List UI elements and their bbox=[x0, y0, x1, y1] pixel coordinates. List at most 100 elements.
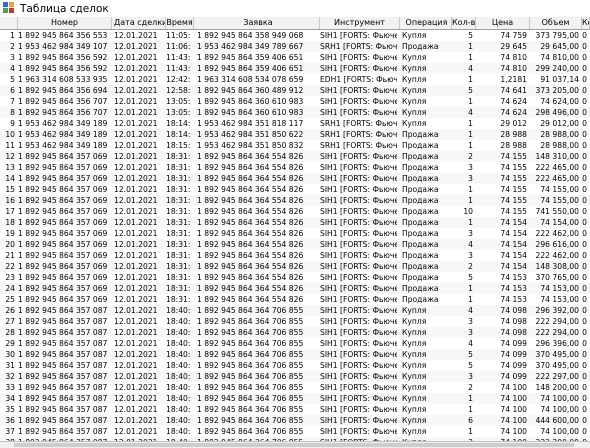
cell-qty: 2 bbox=[468, 262, 473, 271]
cell-n: 24 bbox=[5, 284, 15, 293]
cell-ko: 0 bbox=[582, 339, 587, 348]
cell-order: 1 892 945 864 358 949 068 bbox=[197, 31, 304, 40]
column-header-qty[interactable]: Кол-во bbox=[452, 17, 476, 29]
cell-n: 13 bbox=[5, 163, 15, 172]
table-row[interactable]: 111 953 462 984 349 189 657 12.01.2021 18:… bbox=[0, 140, 590, 151]
table-row[interactable]: 161 892 945 864 357 069 202 12.01.2021 18:… bbox=[0, 195, 590, 206]
cell-qty: 3 bbox=[468, 174, 473, 183]
scrollbar-thumb[interactable] bbox=[14, 443, 574, 447]
table-row[interactable]: 101 953 462 984 349 189 64212.01.202118:… bbox=[0, 129, 590, 140]
table-row[interactable]: 141 892 945 864 357 069 200 12.01.2021 18:… bbox=[0, 173, 590, 184]
cell-time: 18:31:45 bbox=[166, 196, 191, 205]
cell-ko: 0 bbox=[582, 284, 587, 293]
cell-instrument: SIH1 [FORTS: Фьючерсы] bbox=[320, 295, 397, 304]
table-row[interactable]: 281 892 945 864 357 087 602 12.01.2021 18:… bbox=[0, 327, 590, 338]
table-row[interactable]: 121 892 945 864 357 069 198 12.01.2021 18:… bbox=[0, 151, 590, 162]
cell-number: 1 892 945 864 357 087 606 bbox=[18, 372, 109, 381]
column-header-volume[interactable]: Объем bbox=[530, 17, 582, 29]
table-row[interactable]: 41 892 945 864 356 592 16912.01.202111:4… bbox=[0, 63, 590, 74]
table-row[interactable]: 321 892 945 864 357 087 606 12.01.2021 18:… bbox=[0, 371, 590, 382]
table-grid-icon bbox=[3, 2, 16, 15]
table-row[interactable]: 251 892 945 864 357 069 211 12.01.2021 18:… bbox=[0, 294, 590, 305]
title-bar[interactable]: Таблица сделок bbox=[0, 0, 590, 17]
column-header-instrument[interactable]: Инструмент bbox=[320, 17, 400, 29]
cell-operation: Купля bbox=[402, 317, 427, 326]
cell-volume: 74 153,00 bbox=[540, 284, 579, 293]
column-header-time[interactable]: Время bbox=[166, 17, 194, 29]
table-row[interactable]: 71 892 945 864 356 707 303 12.01.2021 13:0… bbox=[0, 96, 590, 107]
cell-qty: 4 bbox=[468, 240, 473, 249]
table-row[interactable]: 361 892 945 864 357 087 610 12.01.2021 18:… bbox=[0, 415, 590, 426]
cell-n: 37 bbox=[5, 427, 15, 436]
cell-qty: 1 bbox=[468, 218, 473, 227]
column-header-ko[interactable]: Ко bbox=[582, 17, 590, 29]
column-header-n[interactable] bbox=[0, 17, 18, 29]
table-row[interactable]: 151 892 945 864 357 069 201 12.01.2021 18:… bbox=[0, 184, 590, 195]
table-row[interactable]: 341 892 945 864 357 087 608 12.01.2021 18:… bbox=[0, 393, 590, 404]
table-row[interactable]: 351 892 945 864 357 087 609 12.01.2021 18:… bbox=[0, 404, 590, 415]
cell-time: 18:40:56 bbox=[166, 361, 191, 370]
table-row[interactable]: 81 892 945 864 356 707 304 12.01.2021 13:0… bbox=[0, 107, 590, 118]
table-row[interactable]: 271 892 945 864 357 087 601 12.01.2021 18:… bbox=[0, 316, 590, 327]
cell-operation: Купля bbox=[402, 350, 427, 359]
table-row[interactable]: 231 892 945 864 357 069 209 12.01.2021 18:… bbox=[0, 272, 590, 283]
cell-ko: 0 bbox=[582, 361, 587, 370]
cell-n: 12 bbox=[5, 152, 15, 161]
cell-instrument: SIH1 [FORTS: Фьючерсы] bbox=[320, 306, 397, 315]
table-row[interactable]: 261 892 945 864 357 087 600 12.01.2021 18:… bbox=[0, 305, 590, 316]
cell-qty: 1 bbox=[468, 394, 473, 403]
cell-ko: 0 bbox=[582, 394, 587, 403]
table-row[interactable]: 371 892 945 864 357 087 611 12.01.2021 18:… bbox=[0, 426, 590, 437]
cell-order: 1 892 945 864 364 706 855 bbox=[197, 416, 304, 425]
cell-date: 12.01.2021 bbox=[114, 97, 158, 106]
table-row[interactable]: 301 892 945 864 357 087 604 12.01.2021 18:… bbox=[0, 349, 590, 360]
cell-volume: 370 765,00 bbox=[535, 273, 579, 282]
cell-instrument: SIH1 [FORTS: Фьючерсы] bbox=[320, 207, 397, 216]
table-row[interactable]: 31 892 945 864 356 592 168 12.01.2021 11:4… bbox=[0, 52, 590, 63]
cell-date: 12.01.2021 bbox=[114, 86, 158, 95]
table-row[interactable]: 291 892 945 864 357 087 603 12.01.2021 18:… bbox=[0, 338, 590, 349]
cell-price: 74 154 bbox=[500, 240, 527, 249]
table-row[interactable]: 61 892 945 864 356 694 461 12.01.2021 12:5… bbox=[0, 85, 590, 96]
cell-instrument: SRH1 [FORTS: Фьючерсы] bbox=[320, 141, 397, 150]
column-header-operation[interactable]: Операция bbox=[402, 17, 452, 29]
column-header-date[interactable]: Дата сделки bbox=[114, 17, 166, 29]
cell-qty: 1 bbox=[468, 97, 473, 106]
cell-instrument: SIH1 [FORTS: Фьючерсы] bbox=[320, 328, 397, 337]
table-row[interactable]: 91 953 462 984 349 189 562 12.01.2021 18:1… bbox=[0, 118, 590, 129]
table-row[interactable]: 201 892 945 864 357 069 206 12.01.2021 18:… bbox=[0, 239, 590, 250]
table-row[interactable]: 331 892 945 864 357 087 607 12.01.2021 18:… bbox=[0, 382, 590, 393]
cell-time: 18:14:08 bbox=[166, 119, 191, 128]
table-row[interactable]: 211 892 945 864 357 069 207 12.01.2021 18:… bbox=[0, 250, 590, 261]
table-row[interactable]: 131 892 945 864 357 069 199 12.01.2021 18:… bbox=[0, 162, 590, 173]
table-row[interactable]: 181 892 945 864 357 069 204 12.01.2021 18:… bbox=[0, 217, 590, 228]
cell-time: 18:15:00 bbox=[166, 141, 191, 150]
cell-time: 11:43:03 bbox=[166, 53, 191, 62]
table-row[interactable]: 11 892 945 864 356 553 194 12.01.2021 11:0… bbox=[0, 30, 590, 41]
cell-qty: 5 bbox=[468, 350, 473, 359]
cell-price: 74 153 bbox=[500, 273, 527, 282]
table-row[interactable]: 171 892 945 864 357 069 203 12.01.2021 18:… bbox=[0, 206, 590, 217]
column-header-number[interactable]: Номер bbox=[18, 17, 112, 29]
cell-price: 74 155 bbox=[500, 207, 527, 216]
table-row[interactable]: 311 892 945 864 357 087 605 12.01.2021 18:… bbox=[0, 360, 590, 371]
cell-number: 1 892 945 864 357 069 209 bbox=[18, 273, 109, 282]
cell-operation: Купля bbox=[402, 53, 427, 62]
cell-time: 18:31:45 bbox=[166, 163, 191, 172]
table-row[interactable]: 191 892 945 864 357 069 205 12.01.2021 18:… bbox=[0, 228, 590, 239]
cell-time: 18:31:45 bbox=[166, 207, 191, 216]
horizontal-scrollbar[interactable] bbox=[0, 441, 590, 448]
table-row[interactable]: 221 892 945 864 357 069 208 12.01.2021 18:… bbox=[0, 261, 590, 272]
cell-instrument: SIH1 [FORTS: Фьючерсы] bbox=[320, 394, 397, 403]
table-row[interactable]: 51 963 314 608 533 935 937 12.01.2021 12:4… bbox=[0, 74, 590, 85]
cell-time: 18:31:45 bbox=[166, 262, 191, 271]
cell-ko: 0 bbox=[582, 42, 587, 51]
cell-instrument: SIH1 [FORTS: Фьючерсы] bbox=[320, 262, 397, 271]
column-header-price[interactable]: Цена bbox=[476, 17, 530, 29]
cell-instrument: SIH1 [FORTS: Фьючерсы] bbox=[320, 152, 397, 161]
table-row[interactable]: 241 892 945 864 357 069 210 12.01.2021 18:… bbox=[0, 283, 590, 294]
table-row[interactable]: 21 953 462 984 349 107 133 12.01.2021 11:0… bbox=[0, 41, 590, 52]
cell-number: 1 892 945 864 357 069 198 bbox=[18, 152, 109, 161]
column-header-order[interactable]: Заявка bbox=[197, 17, 320, 29]
cell-volume: 28 988,00 bbox=[540, 141, 579, 150]
